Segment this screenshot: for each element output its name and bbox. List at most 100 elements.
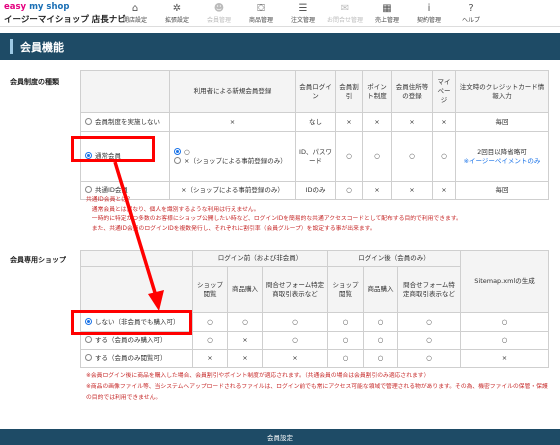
table-header-corner [80, 266, 193, 313]
cell-credit: 2回目以降省略可 ※イージーペイメントのみ [455, 131, 549, 182]
subheader-purchase: 商品購入 [363, 266, 399, 313]
table-row: しない（非会員でも購入可） ○ ○ ○ ○ ○ ○ ○ [80, 312, 550, 332]
nav-label: 開店設定 [122, 17, 147, 24]
nav-item-sales-management[interactable]: ▦ 売上管理 [366, 0, 408, 27]
header-credit: 注文時のクレジットカード情報入力 [455, 70, 549, 113]
cell-registration: × [169, 112, 296, 132]
cell-value: ○ [227, 312, 263, 332]
cell-value: ○ [192, 331, 228, 350]
nav-item-contract-management[interactable]: i 契約管理 [408, 0, 450, 27]
gear-icon: ✲ [172, 3, 182, 14]
option-label: 共通ID会員 [95, 186, 128, 195]
cell-value: ○ [397, 349, 462, 368]
subheader-purchase: 商品購入 [227, 266, 263, 313]
member-settings-bar[interactable]: 会員設定 [0, 429, 560, 445]
nav-item-inquiry-management[interactable]: ✉ お問合せ管理 [324, 0, 366, 27]
radio-members-purchase-only[interactable] [85, 336, 92, 344]
note-line: 一時的に特定かつ多数のお客様にショップ公開したい時など、ログインIDを簡易的な共… [86, 216, 462, 223]
cell-value: × [192, 349, 228, 368]
radio-shop-open[interactable] [85, 317, 92, 325]
nav-label: 契約管理 [416, 17, 441, 24]
table-row: する（会員のみ購入可） ○ × ○ ○ ○ ○ ○ [80, 331, 550, 350]
credit-text: 2回目以降省略可 [477, 147, 527, 156]
subheader-browse: ショップ閲覧 [327, 266, 365, 313]
subheader-forms: 問合せフォーム特定商取引表示など [397, 266, 462, 313]
nav-label: 会員管理 [206, 17, 231, 24]
nav-label: 商品管理 [248, 17, 273, 24]
cell-value: ○ [327, 349, 365, 368]
nav-item-order-management[interactable]: ☰ 注文管理 [282, 0, 324, 27]
header-member-login: 会員ログイン [295, 70, 336, 113]
nav-item-extended-settings[interactable]: ✲ 拡張設定 [156, 0, 198, 27]
subheader-forms: 問合せフォーム特定商取引表示など [261, 266, 329, 313]
mail-icon: ✉ [340, 3, 350, 14]
cell-value: ○ [261, 331, 329, 350]
help-icon: ? [468, 3, 474, 14]
header-address: 会員住所等の登録 [391, 70, 433, 113]
option-no-membership[interactable]: 会員制度を実施しない [80, 112, 170, 132]
note-line: また、共通ID会員のログインIDを複数発行し、それぞれに割引率（会員グループ）を… [86, 226, 376, 233]
member-settings-button[interactable]: 会員設定 [0, 432, 560, 442]
calculator-icon: ▦ [382, 3, 392, 14]
nav-label: 売上管理 [374, 17, 399, 24]
cell-points: × [362, 112, 392, 132]
nav-item-member-management[interactable]: ☻ 会員管理 [198, 0, 240, 27]
cell-discount: ○ [335, 131, 363, 182]
table-header-corner [80, 70, 170, 113]
header-new-registration: 利用者による新規会員登録 [169, 70, 296, 113]
radio-shared-id-member[interactable] [85, 186, 92, 194]
table-row: 通常会員 ○ ×（ショップによる事前登録のみ） ID、パスワード ○ ○ ○ ○… [80, 131, 549, 182]
option-shop-open[interactable]: しない（非会員でも購入可） [80, 312, 193, 332]
option-label: する（会員のみ購入可） [95, 336, 167, 345]
option-regular-member[interactable]: 通常会員 [80, 131, 170, 182]
radio-reg-allow[interactable] [174, 147, 181, 155]
title-accent [10, 39, 13, 54]
cell-credit: 毎回 [455, 112, 549, 132]
cell-value: ○ [192, 312, 228, 332]
radio-regular-member[interactable] [85, 152, 92, 160]
radio-no-membership[interactable] [85, 117, 92, 125]
option-members-purchase-only[interactable]: する（会員のみ購入可） [80, 331, 193, 350]
cell-value: × [227, 331, 263, 350]
nav-label: お問合せ管理 [326, 17, 363, 24]
reg-option-preregister[interactable]: ×（ショップによる事前登録のみ） [174, 156, 293, 166]
radio-members-view-only[interactable] [85, 354, 92, 362]
top-header: easy my shop イージーマイショップ 店長ナビ ⌂ 開店設定 ✲ 拡張設定… [0, 0, 560, 27]
header-sitemap: Sitemap.xmlの生成 [460, 250, 550, 313]
cell-sitemap: × [460, 349, 550, 368]
nav-item-store-settings[interactable]: ⌂ 開店設定 [114, 0, 156, 27]
option-label: する（会員のみ閲覧可） [95, 354, 167, 363]
cell-value: ○ [327, 312, 365, 332]
cell-sitemap: ○ [460, 331, 550, 350]
user-icon: ☻ [213, 3, 225, 14]
reg-option-label: ○ [184, 147, 190, 156]
members-shop-notes: ※会員ログイン後に商品を購入した場合、会員割引やポイント制度が適応されます。（共… [86, 371, 552, 404]
nav-item-product-management[interactable]: ⛋ 商品管理 [240, 0, 282, 27]
nav-label: 拡張設定 [164, 17, 189, 24]
info-icon: i [427, 3, 431, 14]
option-members-view-only[interactable]: する（会員のみ閲覧可） [80, 349, 193, 368]
nav-item-help[interactable]: ? ヘルプ [450, 0, 492, 27]
logo-suffix: my shop [29, 2, 70, 12]
cell-registration-choice: ○ ×（ショップによる事前登録のみ） [169, 131, 296, 182]
subheader-browse: ショップ閲覧 [192, 266, 228, 313]
cell-discount: × [335, 112, 363, 132]
page-title-bar: 会員機能 [0, 33, 560, 60]
home-icon: ⌂ [131, 3, 139, 14]
cell-address: × [391, 112, 433, 132]
reg-option-allow[interactable]: ○ [174, 147, 293, 157]
radio-reg-preregister[interactable] [174, 156, 181, 164]
easy-payment-link[interactable]: ※イージーペイメントのみ [458, 157, 546, 166]
cell-value: ○ [261, 312, 329, 332]
table-row: 会員制度を実施しない × なし × × × × 毎回 [80, 112, 549, 132]
cell-sitemap: ○ [460, 312, 550, 332]
main-nav: ⌂ 開店設定 ✲ 拡張設定 ☻ 会員管理 ⛋ 商品管理 ☰ 注文管理 ✉ お問合せ管理 ▦ 売… [114, 0, 492, 27]
gift-icon: ⛋ [257, 3, 265, 14]
cell-value: ○ [327, 331, 365, 350]
option-label: 通常会員 [95, 152, 121, 161]
cell-mypage: × [432, 112, 456, 132]
note-line: 共通ID会員とは？ [86, 197, 133, 203]
nav-label: 注文管理 [290, 17, 315, 24]
note-line: ※商品の画像ファイル等、当システムへアップロードされるファイルは、ログイン前でも… [86, 384, 548, 401]
header-points: ポイント制度 [362, 70, 392, 113]
